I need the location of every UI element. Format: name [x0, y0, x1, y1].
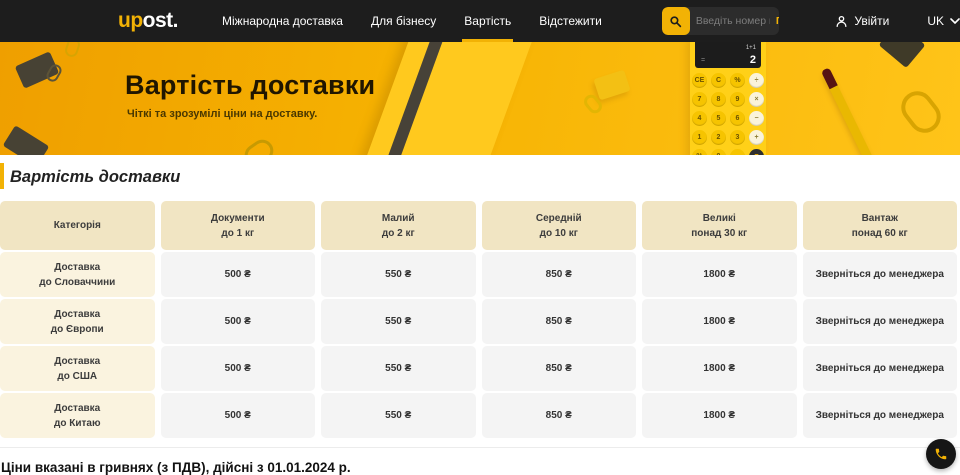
pricing-section: Вартість доставки Категорія Документидо … [0, 162, 960, 475]
nav-item-for-business[interactable]: Для бізнесу [357, 0, 450, 42]
person-icon [835, 15, 848, 28]
pricing-value-cell: 1800 ₴ [642, 346, 797, 391]
pricing-value-cell: Зверніться до менеджера [803, 299, 958, 344]
pricing-value-cell: 850 ₴ [482, 299, 637, 344]
pricing-value-cell: 500 ₴ [161, 393, 316, 438]
pricing-row-china-label: Доставкадо Китаю [0, 393, 155, 438]
language-selector[interactable]: UK [927, 14, 960, 28]
pricing-row-usa-label: Доставкадо США [0, 346, 155, 391]
main-nav: Міжнародна доставка Для бізнесу Вартість… [208, 0, 616, 42]
paper-clip-icon [63, 42, 81, 59]
pricing-header-small: Малийдо 2 кг [321, 201, 476, 250]
language-selected: UK [927, 14, 944, 28]
notebook-strap [384, 42, 456, 155]
pricing-value-cell: 1800 ₴ [642, 252, 797, 297]
calculator-display: 1+1 2 = [695, 42, 761, 68]
calc-key: ÷ [749, 73, 764, 88]
login-label: Увійти [854, 14, 889, 28]
pricing-value-cell: 550 ₴ [321, 393, 476, 438]
binder-clip-icon [593, 70, 630, 101]
calc-key: = [749, 149, 764, 155]
calculator-history: 1+1 [746, 45, 756, 51]
paper-clip-icon [895, 85, 947, 139]
nav-item-tracking[interactable]: Відстежити [525, 0, 616, 42]
calc-key: 2 [711, 130, 726, 145]
pricing-value-cell: 550 ₴ [321, 299, 476, 344]
phone-icon [934, 447, 948, 461]
top-navigation-bar: upost. Міжнародна доставка Для бізнесу В… [0, 0, 960, 42]
calc-key: 7 [692, 92, 707, 107]
pricing-header-category: Категорія [0, 201, 155, 250]
paper-clip-icon [240, 135, 277, 155]
section-title-row: Вартість доставки [0, 162, 960, 192]
calc-key: 1 [692, 130, 707, 145]
pricing-value-cell: 850 ₴ [482, 252, 637, 297]
phone-contact-button[interactable] [926, 439, 956, 469]
pricing-header-freight: Вантажпонад 60 кг [803, 201, 958, 250]
chevron-down-icon [950, 18, 960, 24]
hero-banner: 1+1 2 = CEC%÷789×456−123+%0.= Вартість д… [0, 42, 960, 155]
pricing-value-cell: Зверніться до менеджера [803, 252, 958, 297]
calculator-keys: CE C% ÷ 789 × 456− 123 +% 0. = [690, 73, 766, 155]
calculator-equals-hint: = [701, 57, 705, 64]
calc-key: 3 [730, 130, 745, 145]
pricing-value-cell: 1800 ₴ [642, 393, 797, 438]
pricing-value-cell: 550 ₴ [321, 252, 476, 297]
calc-key: − [749, 111, 764, 126]
section-title: Вартість доставки [10, 168, 180, 187]
binder-clip-icon [879, 42, 926, 68]
pricing-value-cell: Зверніться до менеджера [803, 346, 958, 391]
pricing-table: Категорія Документидо 1 кг Малийдо 2 кг … [0, 201, 957, 438]
calc-key: CE [692, 73, 707, 88]
hero-title: Вартість доставки [125, 70, 375, 101]
calc-key: 8 [711, 92, 726, 107]
calc-key: 9 [730, 92, 745, 107]
pricing-value-cell: 1800 ₴ [642, 299, 797, 344]
pen-tip [821, 67, 838, 89]
pricing-value-cell: 500 ₴ [161, 299, 316, 344]
calculator-decoration: 1+1 2 = CEC%÷789×456−123+%0.= [690, 42, 766, 155]
calc-key: . [730, 149, 745, 155]
parcel-search-bar: Пошук [662, 7, 780, 35]
search-icon [669, 15, 682, 28]
calc-key: % [692, 149, 707, 155]
calc-key: + [749, 130, 764, 145]
parcel-number-input[interactable] [690, 15, 776, 27]
accent-bar [0, 163, 4, 189]
pen-decoration [822, 69, 891, 155]
logo-up-part: up [118, 9, 143, 32]
pricing-header-large: Великіпонад 30 кг [642, 201, 797, 250]
nav-item-pricing[interactable]: Вартість [450, 0, 525, 42]
calc-key: × [749, 92, 764, 107]
upost-logo[interactable]: upost. [118, 9, 178, 33]
search-button[interactable] [662, 7, 690, 35]
pricing-row-europe-label: Доставкадо Європи [0, 299, 155, 344]
pricing-header-documents: Документидо 1 кг [161, 201, 316, 250]
calc-key: 4 [692, 111, 707, 126]
pricing-value-cell: 850 ₴ [482, 393, 637, 438]
pricing-value-cell: 500 ₴ [161, 346, 316, 391]
nav-item-international-delivery[interactable]: Міжнародна доставка [208, 0, 357, 42]
pricing-value-cell: 500 ₴ [161, 252, 316, 297]
pricing-value-cell: Зверніться до менеджера [803, 393, 958, 438]
calc-key: 0 [711, 149, 726, 155]
hero-subtitle: Чіткі та зрозумілі ціни на доставку. [127, 108, 317, 120]
pricing-value-cell: 550 ₴ [321, 346, 476, 391]
pricing-footnote-text: Ціни вказані в гривнях (з ПДВ), дійсні з… [1, 460, 960, 475]
pricing-header-medium: Середнійдо 10 кг [482, 201, 637, 250]
calc-key: C [711, 73, 726, 88]
pricing-row-slovakia-label: Доставкадо Словаччини [0, 252, 155, 297]
calculator-result: 2 [750, 54, 756, 66]
login-button[interactable]: Увійти [835, 14, 889, 28]
search-submit-button[interactable]: Пошук [776, 15, 780, 27]
notebook-decoration [365, 42, 535, 155]
logo-ost-part: ost. [143, 9, 178, 32]
calc-key: 6 [730, 111, 745, 126]
binder-clip-icon [3, 125, 50, 155]
calc-key: 5 [711, 111, 726, 126]
pricing-footnote: Ціни вказані в гривнях (з ПДВ), дійсні з… [0, 447, 960, 475]
pricing-value-cell: 850 ₴ [482, 346, 637, 391]
calc-key: % [730, 73, 745, 88]
